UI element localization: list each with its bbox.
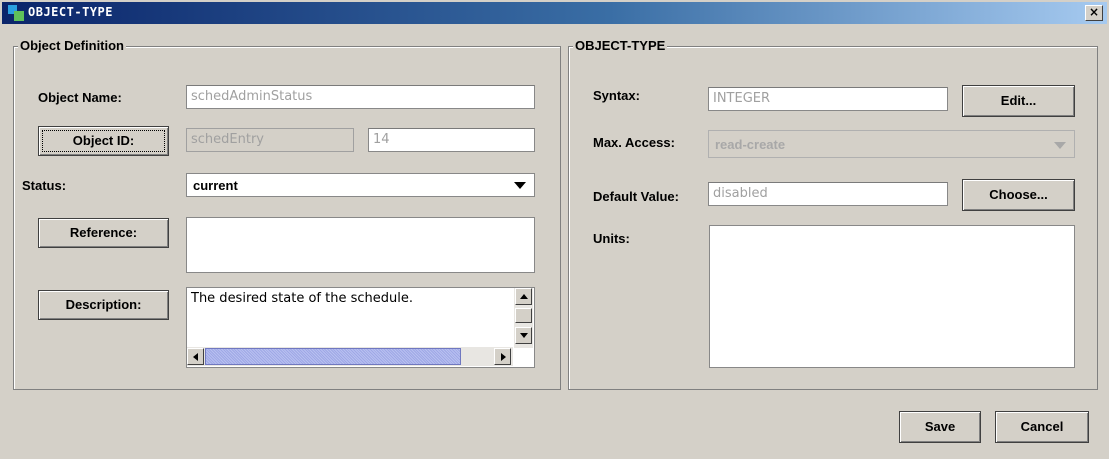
object-id-button[interactable]: Object ID: [38, 126, 169, 156]
object-type-dialog: OBJECT-TYPE × Object Definition Object N… [0, 0, 1109, 459]
object-name-label: Object Name: [38, 90, 122, 105]
chevron-down-icon [1054, 142, 1066, 149]
description-vscroll-thumb[interactable] [515, 308, 532, 323]
arrow-right-icon [501, 353, 506, 361]
cancel-button[interactable]: Cancel [995, 411, 1089, 443]
reference-textarea[interactable] [186, 217, 535, 273]
object-name-field[interactable]: schedAdminStatus [186, 85, 535, 109]
close-button[interactable]: × [1085, 5, 1103, 21]
scroll-down-button[interactable] [515, 327, 532, 344]
close-icon: × [1088, 5, 1100, 19]
description-text: The desired state of the schedule. [191, 291, 413, 306]
arrow-down-icon [520, 333, 528, 338]
object-id-parent-field[interactable]: schedEntry [186, 128, 354, 152]
object-definition-title: Object Definition [18, 38, 126, 54]
chevron-down-icon [514, 182, 526, 189]
max-access-label: Max. Access: [593, 135, 675, 150]
save-button[interactable]: Save [899, 411, 981, 443]
reference-button[interactable]: Reference: [38, 218, 169, 248]
description-hscroll-thumb[interactable] [205, 348, 461, 365]
scroll-up-button[interactable] [515, 288, 532, 305]
default-value-field[interactable]: disabled [708, 182, 948, 206]
object-id-index-field[interactable]: 14 [368, 128, 535, 152]
status-select[interactable]: current [186, 173, 535, 197]
units-label: Units: [593, 231, 630, 246]
title-bar[interactable]: OBJECT-TYPE × [2, 2, 1107, 24]
scroll-left-button[interactable] [187, 348, 204, 365]
scroll-right-button[interactable] [494, 348, 511, 365]
status-label: Status: [22, 178, 67, 193]
max-access-select[interactable]: read-create [708, 130, 1075, 158]
description-button[interactable]: Description: [38, 290, 169, 320]
arrow-left-icon [193, 353, 198, 361]
object-type-group-title: OBJECT-TYPE [573, 38, 668, 54]
arrow-up-icon [520, 294, 528, 299]
syntax-field[interactable]: INTEGER [708, 87, 948, 111]
syntax-label: Syntax: [593, 88, 640, 103]
app-icon [8, 5, 24, 21]
units-textarea[interactable] [709, 225, 1075, 368]
choose-button[interactable]: Choose... [962, 179, 1075, 211]
status-value: current [193, 178, 238, 193]
edit-button[interactable]: Edit... [962, 85, 1075, 117]
window-title: OBJECT-TYPE [28, 5, 113, 19]
default-value-label: Default Value: [593, 189, 679, 204]
max-access-value: read-create [715, 137, 786, 152]
